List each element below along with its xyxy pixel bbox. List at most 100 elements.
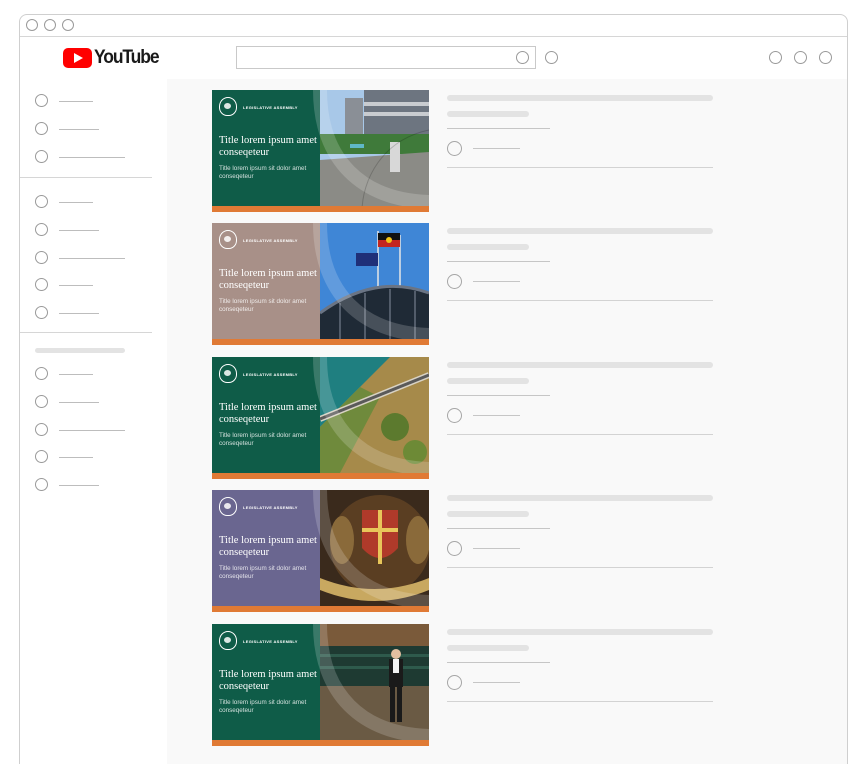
nav-icon [35, 278, 48, 291]
video-description-placeholder [447, 701, 713, 702]
nav-icon [35, 367, 48, 380]
sidebar [20, 79, 167, 764]
sidebar-item-label [59, 157, 125, 158]
thumbnail-subtitle: Title lorem ipsum sit dolor amet conseqe… [219, 165, 307, 180]
video-title-placeholder-line2 [447, 378, 529, 384]
video-meta-placeholder [447, 528, 550, 529]
channel-name-placeholder[interactable] [473, 548, 520, 549]
video-title-placeholder[interactable] [447, 629, 713, 635]
video-thumbnail[interactable]: LEGISLATIVE ASSEMBLY Title lorem ipsum a… [212, 357, 429, 479]
video-title-placeholder-line2 [447, 244, 529, 250]
nav-icon [35, 423, 48, 436]
video-meta-placeholder [447, 128, 550, 129]
organisation-name: LEGISLATIVE ASSEMBLY [243, 105, 298, 110]
nav-icon [35, 478, 48, 491]
nav-icon [35, 395, 48, 408]
video-thumbnail[interactable]: LEGISLATIVE ASSEMBLY Title lorem ipsum a… [212, 490, 429, 612]
thumbnail-title: Title lorem ipsum amet conseqeteur [219, 669, 317, 692]
sidebar-item-label [59, 457, 93, 458]
sidebar-item-label [59, 129, 99, 130]
crest-logo [219, 230, 237, 249]
youtube-play-icon [63, 48, 92, 68]
youtube-logo[interactable]: YouTube [63, 48, 164, 68]
window-maximize-icon[interactable] [62, 19, 74, 31]
channel-name-placeholder[interactable] [473, 415, 520, 416]
browser-window: YouTube LEGISLATIVE ASSEMBLY Title lorem… [19, 14, 848, 764]
notifications-icon[interactable] [794, 51, 807, 64]
nav-icon [35, 223, 48, 236]
video-row[interactable]: LEGISLATIVE ASSEMBLY Title lorem ipsum a… [212, 357, 714, 479]
video-title-placeholder[interactable] [447, 95, 713, 101]
header: YouTube [20, 37, 847, 79]
crest-logo [219, 364, 237, 383]
organisation-name: LEGISLATIVE ASSEMBLY [243, 238, 298, 243]
apps-icon[interactable] [769, 51, 782, 64]
organisation-name: LEGISLATIVE ASSEMBLY [243, 639, 298, 644]
channel-name-placeholder[interactable] [473, 682, 520, 683]
video-title-placeholder[interactable] [447, 362, 713, 368]
voice-search-icon[interactable] [545, 51, 558, 64]
thumbnail-subtitle: Title lorem ipsum sit dolor amet conseqe… [219, 699, 307, 714]
sidebar-item-label [59, 374, 93, 375]
thumbnail-subtitle: Title lorem ipsum sit dolor amet conseqe… [219, 298, 307, 313]
thumbnail-accent-bar [212, 206, 429, 212]
sidebar-item-label [59, 430, 125, 431]
sidebar-item-label [59, 485, 99, 486]
thumbnail-title: Title lorem ipsum amet conseqeteur [219, 268, 317, 291]
channel-avatar-icon[interactable] [447, 408, 462, 423]
thumbnail-accent-bar [212, 473, 429, 479]
video-thumbnail[interactable]: LEGISLATIVE ASSEMBLY Title lorem ipsum a… [212, 90, 429, 212]
video-row[interactable]: LEGISLATIVE ASSEMBLY Title lorem ipsum a… [212, 624, 714, 746]
sidebar-item-label [59, 101, 93, 102]
channel-avatar-icon[interactable] [447, 274, 462, 289]
crest-logo [219, 97, 237, 116]
video-description-placeholder [447, 300, 713, 301]
video-title-placeholder-line2 [447, 511, 529, 517]
video-title-placeholder[interactable] [447, 495, 713, 501]
thumbnail-accent-bar [212, 606, 429, 612]
nav-icon [35, 150, 48, 163]
sidebar-item-label [59, 230, 99, 231]
video-meta-placeholder [447, 261, 550, 262]
video-thumbnail[interactable]: LEGISLATIVE ASSEMBLY Title lorem ipsum a… [212, 624, 429, 746]
window-minimize-icon[interactable] [44, 19, 56, 31]
thumbnail-title: Title lorem ipsum amet conseqeteur [219, 535, 317, 558]
search-bar[interactable] [236, 46, 536, 69]
thumbnail-title: Title lorem ipsum amet conseqeteur [219, 135, 317, 158]
account-icon[interactable] [819, 51, 832, 64]
video-description-placeholder [447, 167, 713, 168]
sidebar-item-label [59, 313, 99, 314]
channel-avatar-icon[interactable] [447, 541, 462, 556]
window-close-icon[interactable] [26, 19, 38, 31]
video-row[interactable]: LEGISLATIVE ASSEMBLY Title lorem ipsum a… [212, 490, 714, 612]
video-title-placeholder-line2 [447, 111, 529, 117]
sidebar-item-label [59, 402, 99, 403]
thumbnail-subtitle: Title lorem ipsum sit dolor amet conseqe… [219, 432, 307, 447]
logo-text: YouTube [94, 47, 160, 68]
window-titlebar [20, 15, 847, 37]
channel-name-placeholder[interactable] [473, 148, 520, 149]
channel-avatar-icon[interactable] [447, 141, 462, 156]
video-thumbnail[interactable]: LEGISLATIVE ASSEMBLY Title lorem ipsum a… [212, 223, 429, 345]
thumbnail-subtitle: Title lorem ipsum sit dolor amet conseqe… [219, 565, 307, 580]
organisation-name: LEGISLATIVE ASSEMBLY [243, 505, 298, 510]
video-description-placeholder [447, 567, 713, 568]
video-list: LEGISLATIVE ASSEMBLY Title lorem ipsum a… [167, 79, 847, 764]
channel-avatar-icon[interactable] [447, 675, 462, 690]
sidebar-divider [20, 332, 152, 333]
thumbnail-title: Title lorem ipsum amet conseqeteur [219, 402, 317, 425]
nav-icon [35, 122, 48, 135]
search-icon[interactable] [516, 51, 529, 64]
thumbnail-accent-bar [212, 740, 429, 746]
nav-icon [35, 306, 48, 319]
video-row[interactable]: LEGISLATIVE ASSEMBLY Title lorem ipsum a… [212, 90, 714, 212]
crest-logo [219, 497, 237, 516]
video-row[interactable]: LEGISLATIVE ASSEMBLY Title lorem ipsum a… [212, 223, 714, 345]
video-title-placeholder[interactable] [447, 228, 713, 234]
organisation-name: LEGISLATIVE ASSEMBLY [243, 372, 298, 377]
sidebar-item-label [59, 285, 93, 286]
video-title-placeholder-line2 [447, 645, 529, 651]
sidebar-item-label [59, 258, 125, 259]
channel-name-placeholder[interactable] [473, 281, 520, 282]
nav-icon [35, 195, 48, 208]
